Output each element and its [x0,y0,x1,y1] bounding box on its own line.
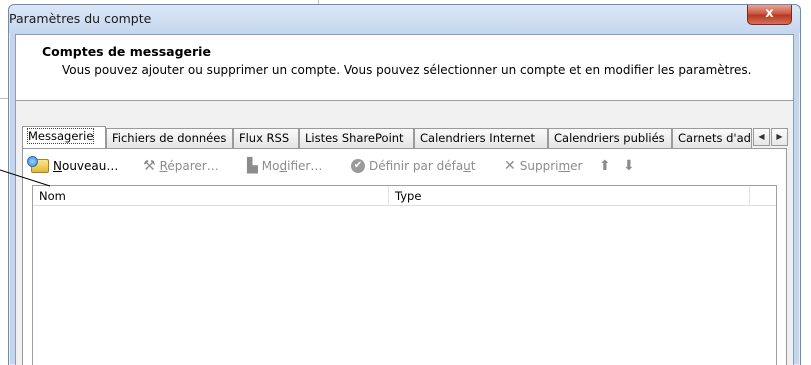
tab-label: Calendriers Internet [420,131,535,145]
tab-messagerie[interactable]: Messagerie [22,126,106,148]
set-default-label: Définir par défaut [369,159,476,173]
header-title: Comptes de messagerie [42,44,211,59]
account-list[interactable]: Nom Type [32,185,777,365]
new-account-icon [27,156,49,173]
arrow-down-icon: ⬇ [623,158,635,174]
list-header: Nom Type [33,186,776,206]
move-down-button[interactable]: ⬇ [623,157,635,175]
tab-label: Fichiers de données [112,131,227,145]
new-label: Nouveau… [53,159,119,173]
tab-label: Calendriers publiés [554,131,665,145]
tab-flux-rss[interactable]: Flux RSS [233,128,299,148]
tab-label: Carnets d'adresses [678,131,751,145]
tab-calendriers-internet[interactable]: Calendriers Internet [414,128,548,148]
account-toolbar: Nouveau… ⚒ Réparer… ▙ Modifier… ✔ Défini… [23,149,786,179]
title-bar: Paramètres du compte x [9,5,800,33]
modify-button[interactable]: ▙ Modifier… [247,157,322,175]
repair-button[interactable]: ⚒ Réparer… [143,157,219,175]
remove-label: Supprimer [519,159,583,173]
close-icon: x [765,6,774,21]
modify-label: Modifier… [261,159,323,173]
tab-calendriers-publies[interactable]: Calendriers publiés [548,128,672,148]
set-default-button[interactable]: ✔ Définir par défaut [351,157,476,175]
dialog-client-area: Comptes de messagerie Vous pouvez ajoute… [15,34,794,365]
modify-icon: ▙ [247,158,258,174]
tab-listes-sharepoint[interactable]: Listes SharePoint [299,128,414,148]
tab-scroll-left-button[interactable]: ◀ [753,128,770,146]
delete-x-icon: ✕ [504,158,516,174]
repair-label: Réparer… [159,159,219,173]
new-account-button[interactable]: Nouveau… [27,156,119,175]
tab-panel-messagerie: Nouveau… ⚒ Réparer… ▙ Modifier… ✔ Défini… [22,148,787,365]
tab-label: Listes SharePoint [305,131,404,145]
arrow-left-icon: ◀ [758,132,765,141]
window-title: Paramètres du compte [9,11,152,26]
remove-button[interactable]: ✕ Supprimer [504,157,583,175]
tab-label: Messagerie [26,128,95,144]
column-divider[interactable] [388,186,389,206]
tab-carnets-d-adresses[interactable]: Carnets d'adresses [672,128,752,148]
account-settings-window: Paramètres du compte x Comptes de messag… [8,4,801,365]
tab-label: Flux RSS [239,131,290,145]
column-divider[interactable] [749,186,750,206]
header-description: Vous pouvez ajouter ou supprimer un comp… [62,63,752,77]
tab-fichiers-de-donnees[interactable]: Fichiers de données [106,128,233,148]
arrow-up-icon: ⬆ [599,158,611,174]
background-line [0,98,8,99]
column-header-name[interactable]: Nom [39,189,66,203]
tab-scroll-right-button[interactable]: ▶ [771,128,788,146]
repair-tools-icon: ⚒ [143,158,156,174]
tab-strip: Messagerie Fichiers de données Flux RSS … [22,126,793,148]
check-circle-icon: ✔ [351,159,365,173]
close-button[interactable]: x [747,5,792,25]
column-header-type[interactable]: Type [395,189,421,203]
header-band: Comptes de messagerie Vous pouvez ajoute… [16,35,793,101]
arrow-right-icon: ▶ [776,132,783,141]
move-up-button[interactable]: ⬆ [599,157,611,175]
